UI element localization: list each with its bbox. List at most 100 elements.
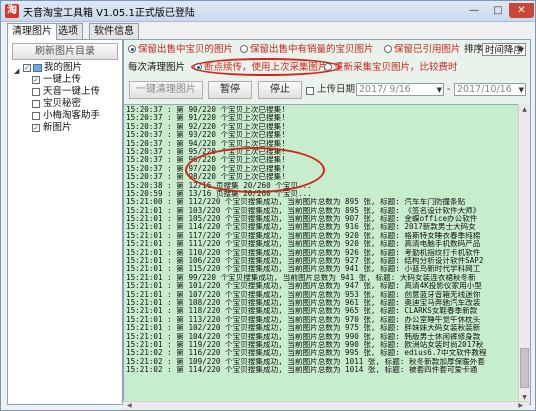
keep-sold-label[interactable]: 保留出售中有销量的宝贝图片 (250, 44, 374, 55)
keep-referenced-label[interactable]: 保留已引用图片 (394, 44, 461, 55)
log-line: 15:21:01 : 第 118/220 个宝贝搜集成功, 当前图片总数为 96… (126, 307, 478, 316)
log-line: 15:21:01 : 第 102/220 个宝贝搜集成功, 当前图片总数为 97… (126, 324, 481, 333)
upload-date-checkbox[interactable] (306, 87, 314, 95)
keep-sold-option: 保留出售中有销量的宝贝图片 (240, 43, 374, 57)
tree-item-label: 我的图片 (44, 62, 83, 73)
scroll-left-icon[interactable]: ◀ (127, 402, 132, 410)
log-line: 15:20:37 : 第 94/220 个宝贝上次已搜集! (126, 139, 286, 148)
tree-item-label: 小梅淘客助手 (43, 110, 101, 121)
log-line: 15:20:37 : 第 98/220 个宝贝上次已搜集! (126, 173, 286, 182)
log-line: 15:21:01 : 第 106/220 个宝贝搜集成功, 当前图片总数为 92… (126, 257, 484, 266)
radio-keep-referenced[interactable] (384, 45, 392, 53)
log-line: 15:20:37 : 第 92/220 个宝贝上次已搜集! (126, 122, 286, 131)
keep-referenced-option: 保留已引用图片 (384, 43, 461, 57)
log-line: 15:20:37 : 第 93/220 个宝贝上次已搜集! (126, 131, 286, 140)
scroll-thumb[interactable] (520, 348, 529, 388)
log-line: 15:21:01 : 第 119/220 个宝贝搜集成功, 当前图片总数为 99… (126, 340, 484, 349)
one-click-clean-button[interactable]: 一键清理图片 (129, 81, 203, 99)
log-line: 15:21:01 : 第 104/220 个宝贝搜集成功, 当前图片总数为 99… (126, 332, 481, 341)
log-line: 15:21:01 : 第 107/220 个宝贝搜集成功, 当前图片总数为 95… (126, 290, 481, 299)
date-to-picker[interactable]: 2017/10/16 ▼ (454, 83, 526, 96)
log-line: 15:21:01 : 第 113/220 个宝贝搜集成功, 当前图片总数为 97… (126, 315, 481, 324)
sort-label: 排序 (464, 44, 484, 55)
title-bar[interactable]: 淘 天音淘宝工具箱 V1.05.1正式版已登陆 — □ ✕ (1, 1, 535, 22)
tree-item[interactable]: 小梅淘客助手 (14, 110, 120, 122)
folder-tree: ◢ ✓ 我的图片 ✓ 一键上传 天音一键上传 宝贝秘密 小梅淘客助手 ✓ 新图片 (14, 62, 120, 134)
log-line: 15:21:01 : 第 99/220 个宝贝搜集成功, 当前图片总数为 941… (126, 273, 476, 282)
tree-checkbox[interactable]: ✓ (32, 76, 40, 84)
tree-item[interactable]: 天音一键上传 (14, 86, 120, 98)
tree-item-root[interactable]: ◢ ✓ 我的图片 (14, 62, 120, 75)
chevron-down-icon: ▼ (518, 86, 524, 94)
log-line: 15:21:01 : 第 110/220 个宝贝搜集成功, 当前图片总数为 92… (126, 248, 481, 257)
tree-item[interactable]: ✓ 一键上传 (14, 74, 120, 86)
stop-button[interactable]: 停止 (258, 81, 302, 99)
log-line: 15:20:37 : 第 97/220 个宝贝上次已搜集! (126, 164, 286, 173)
scroll-up-icon[interactable]: ▲ (520, 105, 529, 114)
log-vertical-scrollbar[interactable]: ▲ ▼ (518, 104, 530, 403)
tree-item-label: 宝贝秘密 (43, 98, 82, 109)
window-title: 天音淘宝工具箱 V1.05.1正式版已登陆 (23, 8, 195, 19)
scroll-right-icon[interactable]: ▶ (518, 402, 523, 410)
log-line: 15:21:01 : 第 101/220 个宝贝搜集成功, 当前图片总数为 94… (126, 282, 482, 291)
upload-date-label: 上传日期 (317, 84, 356, 95)
log-line: 15:20:37 : 第 95/220 个宝贝上次已搜集! (126, 147, 286, 156)
clean-panel: 保留出售中宝贝的图片 保留出售中有销量的宝贝图片 保留已引用图片 排序 时间降序… (123, 39, 531, 405)
tab-options[interactable]: 选项 (53, 23, 83, 39)
tree-item-label: 天音一键上传 (43, 86, 101, 97)
recollect-option: 重新采集宝贝图片，比较费时 (324, 61, 458, 75)
chevron-down-icon: ▼ (518, 46, 524, 54)
log-line: 15:21:02 : 第 114/220 个宝贝搜集成功, 当前图片总数为 10… (126, 366, 478, 375)
keep-on-sale-label[interactable]: 保留出售中宝贝的图片 (138, 44, 233, 55)
resume-label[interactable]: 断点续传，使用上次采集图片 (204, 62, 328, 73)
log-line: 15:20:37 : 第 90/220 个宝贝上次已搜集! (126, 106, 286, 114)
log-line: 15:20:37 : 第 96/220 个宝贝上次已搜集! (126, 156, 286, 165)
sort-select[interactable]: 时间降序 ▼ (482, 43, 526, 56)
minimize-button[interactable]: — (463, 3, 485, 18)
log-horizontal-scrollbar[interactable]: ◀ ▶ (123, 401, 529, 410)
tree-checkbox-root[interactable]: ✓ (23, 64, 31, 72)
log-line: 15:20:38 : 第 12/16 页搜集 20/260 个宝贝... (126, 181, 312, 190)
radio-keep-sold[interactable] (240, 45, 248, 53)
tree-checkbox[interactable] (32, 100, 40, 108)
close-button[interactable]: ✕ (509, 3, 534, 18)
log-lines: 15:20:37 : 第 90/220 个宝贝上次已搜集! 15:20:37 : … (126, 106, 487, 375)
each-clean-label: 每次清理图片 (128, 62, 186, 73)
log-line: 15:20:59 : 第 13/16 页搜集 20/260 个宝贝... (126, 189, 312, 198)
tree-checkbox[interactable] (32, 88, 40, 96)
log-output[interactable]: 15:20:37 : 第 90/220 个宝贝上次已搜集! 15:20:37 : … (124, 104, 518, 404)
log-line: 15:21:01 : 第 115/220 个宝贝搜集成功, 当前图片总数为 94… (126, 265, 481, 274)
log-line: 15:21:01 : 第 105/220 个宝贝搜集成功, 当前图片总数为 90… (126, 215, 478, 224)
radio-keep-on-sale[interactable] (128, 45, 136, 53)
tree-item-label: 新图片 (43, 122, 72, 133)
tree-checkbox[interactable]: ✓ (32, 124, 40, 132)
date-to-value: 2017/10/16 (457, 84, 512, 95)
folder-panel: 刷新图片目录 ◢ ✓ 我的图片 ✓ 一键上传 天音一键上传 宝贝秘密 小梅淘客助… (7, 39, 123, 405)
app-logo-icon: 淘 (5, 4, 19, 18)
radio-resume[interactable] (194, 63, 202, 71)
tree-item[interactable]: ✓ 新图片 (14, 122, 120, 134)
log-line: 15:21:00 : 第 112/220 个宝贝搜集成功, 当前图片总数为 89… (126, 198, 466, 207)
app-window: 淘 天音淘宝工具箱 V1.05.1正式版已登陆 — □ ✕ 清理图片 选项 软件… (0, 0, 536, 411)
date-separator: - (447, 84, 451, 95)
keep-options-row: 保留出售中宝贝的图片 (128, 43, 233, 57)
chevron-down-icon: ▼ (436, 86, 442, 94)
log-line: 15:21:01 : 第 114/220 个宝贝搜集成功, 当前图片总数为 91… (126, 223, 476, 232)
tree-item[interactable]: 宝贝秘密 (14, 98, 120, 110)
refresh-folders-button[interactable]: 刷新图片目录 (12, 43, 118, 60)
log-line: 15:21:01 : 第 108/220 个宝贝搜集成功, 当前图片总数为 96… (126, 298, 481, 307)
log-line: 15:21:01 : 第 117/220 个宝贝搜集成功, 当前图片总数为 92… (126, 231, 481, 240)
log-line: 15:20:37 : 第 91/220 个宝贝上次已搜集! (126, 114, 286, 123)
radio-recollect[interactable] (324, 63, 332, 71)
pause-button[interactable]: 暂停 (208, 81, 252, 99)
sort-select-value: 时间降序 (485, 45, 524, 56)
date-from-value: 2017/ 9/16 (359, 84, 411, 95)
tab-clean-images[interactable]: 清理图片 (7, 23, 57, 40)
folder-icon (33, 64, 42, 72)
maximize-button[interactable]: □ (487, 3, 509, 18)
recollect-label[interactable]: 重新采集宝贝图片，比较费时 (334, 62, 458, 73)
date-from-picker[interactable]: 2017/ 9/16 ▼ (356, 83, 444, 96)
log-line: 15:21:02 : 第 109/220 个宝贝搜集成功, 当前图片总数为 10… (126, 357, 485, 366)
tree-checkbox[interactable] (32, 112, 40, 120)
tab-software-info[interactable]: 软件信息 (89, 23, 139, 39)
